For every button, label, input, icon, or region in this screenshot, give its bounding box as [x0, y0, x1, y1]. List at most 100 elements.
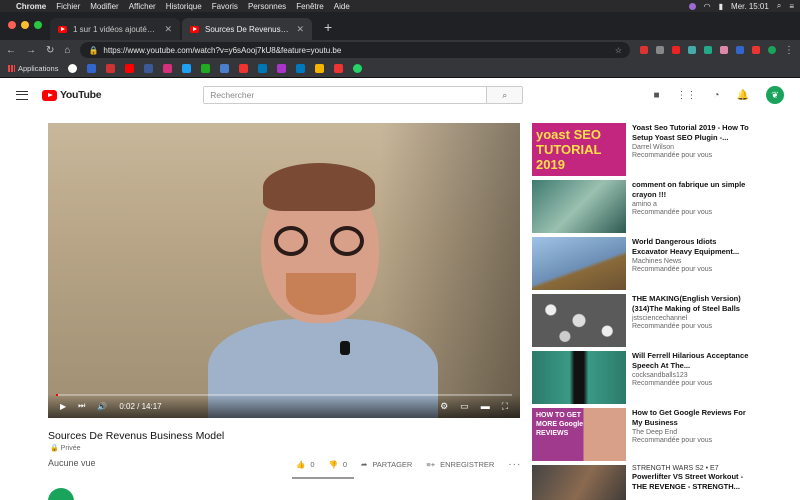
menu-historique[interactable]: Historique: [166, 2, 202, 11]
profile-avatar-icon[interactable]: [768, 46, 776, 54]
notifications-bell-icon[interactable]: 🔔: [737, 90, 749, 101]
recommendation-item[interactable]: comment on fabrique un simple crayon !!!…: [532, 180, 792, 237]
dislike-button[interactable]: 👎 0: [329, 460, 348, 469]
share-button[interactable]: ➦ PARTAGER: [361, 460, 412, 469]
theater-mode-icon[interactable]: ▬: [481, 401, 490, 411]
extension-icon[interactable]: [688, 46, 696, 54]
channel-avatar[interactable]: [48, 488, 74, 500]
google-bookmark-icon[interactable]: [68, 64, 78, 73]
extension-icon[interactable]: [752, 46, 760, 54]
address-bar[interactable]: 🔒 https://www.youtube.com/watch?v=y6sAoo…: [80, 42, 630, 58]
whatsapp-bookmark-icon[interactable]: [353, 64, 363, 73]
reload-icon[interactable]: ↻: [46, 45, 54, 56]
tab-videos-added[interactable]: 1 sur 1 vidéos ajoutées - YouTube ✕: [50, 18, 180, 40]
recommendation-item[interactable]: THE MAKING(English Version) (314)The Mak…: [532, 294, 792, 351]
url-text[interactable]: https://www.youtube.com/watch?v=y6sAooj7…: [103, 46, 341, 55]
instagram-bookmark-icon[interactable]: [163, 64, 173, 73]
menubar-app-name[interactable]: Chrome: [16, 2, 46, 11]
bookmark-icon[interactable]: [106, 64, 116, 73]
recommendation-title[interactable]: How to Get Google Reviews For My Busines…: [632, 408, 750, 427]
search-button[interactable]: ⌕: [486, 87, 523, 103]
close-tab-icon[interactable]: ✕: [296, 24, 304, 35]
chrome-menu-icon[interactable]: ⋮: [784, 45, 794, 56]
menu-aide[interactable]: Aide: [334, 2, 350, 11]
recommendation-item[interactable]: HOW TO GET MORE Google REVIEWS How to Ge…: [532, 408, 792, 465]
recommendation-item[interactable]: World Dangerous Idiots Excavator Heavy E…: [532, 237, 792, 294]
menu-favoris[interactable]: Favoris: [212, 2, 238, 11]
youtube-bookmark-icon[interactable]: [125, 64, 135, 73]
status-app-icon[interactable]: [688, 2, 696, 10]
extension-icon[interactable]: [656, 46, 664, 54]
video-thumbnail[interactable]: [532, 465, 626, 500]
linkedin-bookmark-icon[interactable]: [258, 64, 268, 73]
menu-fenetre[interactable]: Fenêtre: [296, 2, 324, 11]
bookmark-icon[interactable]: [239, 64, 249, 73]
recommendation-title[interactable]: Will Ferrell Hilarious Acceptance Speech…: [632, 351, 750, 370]
create-video-icon[interactable]: ■: [653, 90, 659, 101]
trello-bookmark-icon[interactable]: [296, 64, 306, 73]
recommendation-title[interactable]: Yoast Seo Tutorial 2019 - How To Setup Y…: [632, 123, 750, 142]
spotlight-icon[interactable]: ⌕: [777, 1, 781, 11]
tab-sources-de-revenus[interactable]: Sources De Revenus Business Model - YouT…: [182, 18, 312, 40]
volume-icon[interactable]: 🔊: [97, 402, 107, 411]
recommendation-item[interactable]: STRENGTH WARS S2 • E7 Powerlifter VS Str…: [532, 465, 792, 500]
back-icon[interactable]: ←: [6, 45, 16, 56]
menu-list-icon[interactable]: ≡: [789, 2, 794, 11]
more-actions-icon[interactable]: ···: [508, 459, 521, 470]
bookmark-icon[interactable]: [334, 64, 344, 73]
next-icon[interactable]: ⏭: [78, 401, 85, 411]
recommendation-item[interactable]: Will Ferrell Hilarious Acceptance Speech…: [532, 351, 792, 408]
settings-gear-icon[interactable]: ⚙: [440, 401, 448, 412]
forward-icon[interactable]: →: [26, 45, 36, 56]
bookmark-icon[interactable]: [315, 64, 325, 73]
flag-icon[interactable]: ▮: [719, 2, 723, 11]
bookmark-icon[interactable]: [87, 64, 97, 73]
menu-fichier[interactable]: Fichier: [56, 2, 80, 11]
messages-icon[interactable]: ◔: [714, 90, 720, 101]
maximize-window-button[interactable]: [34, 21, 42, 29]
recommendation-item[interactable]: yoast SEO TUTORIAL 2019 Yoast Seo Tutori…: [532, 123, 792, 180]
extension-icon[interactable]: [704, 46, 712, 54]
video-player[interactable]: ▶ ⏭ 🔊 0:02 / 14:17 ⚙ ▭ ▬ ⛶: [48, 123, 520, 418]
like-button[interactable]: 👍 0: [296, 460, 315, 469]
video-thumbnail[interactable]: yoast SEO TUTORIAL 2019: [532, 123, 626, 176]
video-thumbnail[interactable]: [532, 351, 626, 404]
bookmark-icon[interactable]: [277, 64, 287, 73]
wifi-icon[interactable]: ◠: [704, 2, 711, 11]
new-tab-button[interactable]: +: [314, 19, 342, 40]
extension-icon[interactable]: [720, 46, 728, 54]
account-avatar[interactable]: ❦: [766, 86, 784, 104]
search-input[interactable]: [204, 87, 487, 103]
pinterest-icon[interactable]: [672, 46, 680, 54]
word-icon[interactable]: [736, 46, 744, 54]
video-thumbnail[interactable]: [532, 294, 626, 347]
menu-personnes[interactable]: Personnes: [248, 2, 286, 11]
apps-shortcut[interactable]: Applications: [8, 64, 58, 73]
menubar-clock[interactable]: Mer. 15:01: [731, 2, 769, 11]
bookmark-icon[interactable]: [201, 64, 211, 73]
menu-afficher[interactable]: Afficher: [129, 2, 156, 11]
recommendation-title[interactable]: Powerlifter VS Street Workout - THE REVE…: [632, 472, 750, 491]
save-button[interactable]: ≡+ ENREGISTRER: [426, 460, 494, 469]
bookmark-star-icon[interactable]: ☆: [615, 46, 622, 55]
bookmark-icon[interactable]: [220, 64, 230, 73]
play-icon[interactable]: ▶: [60, 402, 66, 411]
extension-icon[interactable]: [640, 46, 648, 54]
minimize-window-button[interactable]: [21, 21, 29, 29]
menu-hamburger-icon[interactable]: [16, 90, 28, 100]
video-thumbnail[interactable]: [532, 180, 626, 233]
youtube-logo[interactable]: YouTube: [42, 89, 102, 101]
lock-icon[interactable]: 🔒: [88, 46, 98, 55]
miniplayer-icon[interactable]: ▭: [460, 401, 469, 412]
close-window-button[interactable]: [8, 21, 16, 29]
apps-grid-icon[interactable]: ⋮⋮: [677, 90, 697, 101]
fullscreen-icon[interactable]: ⛶: [502, 401, 508, 412]
facebook-bookmark-icon[interactable]: [144, 64, 154, 73]
recommendation-title[interactable]: World Dangerous Idiots Excavator Heavy E…: [632, 237, 750, 256]
twitter-bookmark-icon[interactable]: [182, 64, 192, 73]
video-thumbnail[interactable]: HOW TO GET MORE Google REVIEWS: [532, 408, 626, 461]
menu-modifier[interactable]: Modifier: [90, 2, 118, 11]
recommendation-title[interactable]: THE MAKING(English Version) (314)The Mak…: [632, 294, 750, 313]
recommendation-title[interactable]: comment on fabrique un simple crayon !!!: [632, 180, 750, 199]
video-thumbnail[interactable]: [532, 237, 626, 290]
